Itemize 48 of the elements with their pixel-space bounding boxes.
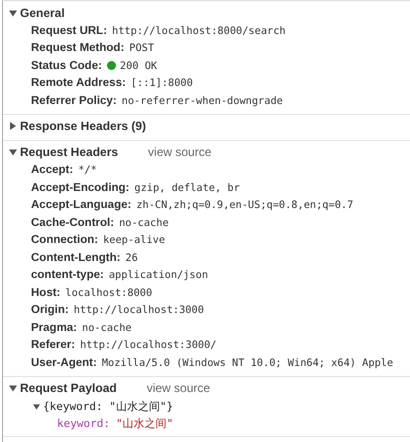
header-name: Referer: [31, 339, 76, 352]
disclosure-triangle-icon[interactable] [9, 148, 17, 156]
header-value: http://localhost:3000 [74, 304, 204, 316]
header-value: no-cache [82, 322, 132, 334]
header-name: Cache-Control: [31, 216, 114, 229]
section-title[interactable]: General [20, 6, 65, 20]
payload-object[interactable]: {keyword: "山水之间"} [43, 398, 174, 414]
header-value: no-cache [119, 216, 169, 229]
header-name: User-Agent: [31, 356, 97, 369]
header-value: 200 OK [120, 60, 158, 72]
header-name: Accept-Language: [31, 199, 132, 212]
header-name: Pragma: [31, 322, 78, 334]
header-name: Status Code: [31, 60, 102, 72]
header-value: 26 [125, 252, 138, 264]
header-value: application/json [108, 269, 208, 282]
header-name: Host: [31, 286, 60, 299]
header-name: Accept: [31, 164, 74, 176]
payload-key: keyword: [57, 416, 110, 430]
disclosure-triangle-icon[interactable] [33, 402, 40, 410]
header-value: Mozilla/5.0 (Windows NT 10.0; Win64; x64) Apple [102, 356, 394, 369]
payload-value: "山水之间" [116, 416, 174, 430]
header-name: Referrer Policy: [31, 94, 117, 107]
header-name: Connection: [31, 234, 98, 246]
section-title[interactable]: Request Payload [20, 381, 117, 395]
view-source-link[interactable]: view source [148, 145, 212, 159]
header-value: [::1]:8000 [130, 77, 193, 90]
view-source-link[interactable]: view source [146, 381, 210, 395]
header-value: http://localhost:3000/ [80, 339, 216, 352]
header-name: content-type: [31, 269, 104, 282]
header-name: Content-Length: [31, 252, 120, 264]
header-name: Remote Address: [31, 77, 126, 90]
disclosure-triangle-icon[interactable] [9, 8, 17, 16]
header-name: Request URL: [31, 24, 108, 37]
header-name: Accept-Encoding: [31, 182, 130, 194]
header-value: gzip, deflate, br [134, 182, 240, 194]
disclosure-triangle-icon[interactable] [9, 384, 17, 392]
disclosure-triangle-icon[interactable] [9, 122, 17, 130]
header-value: localhost:8000 [65, 286, 152, 299]
header-name: Origin: [31, 304, 69, 316]
header-value: keep-alive [103, 234, 166, 246]
section-title[interactable]: Response Headers (9) [20, 119, 146, 133]
header-value: no-referrer-when-downgrade [122, 94, 283, 107]
header-name: Request Method: [31, 42, 124, 54]
header-value: http://localhost:8000/search [112, 24, 286, 37]
section-title[interactable]: Request Headers [20, 145, 118, 159]
header-value: POST [129, 42, 154, 54]
header-value: */* [78, 164, 97, 176]
header-value: zh-CN,zh;q=0.9,en-US;q=0.8,en;q=0.7 [136, 199, 354, 212]
